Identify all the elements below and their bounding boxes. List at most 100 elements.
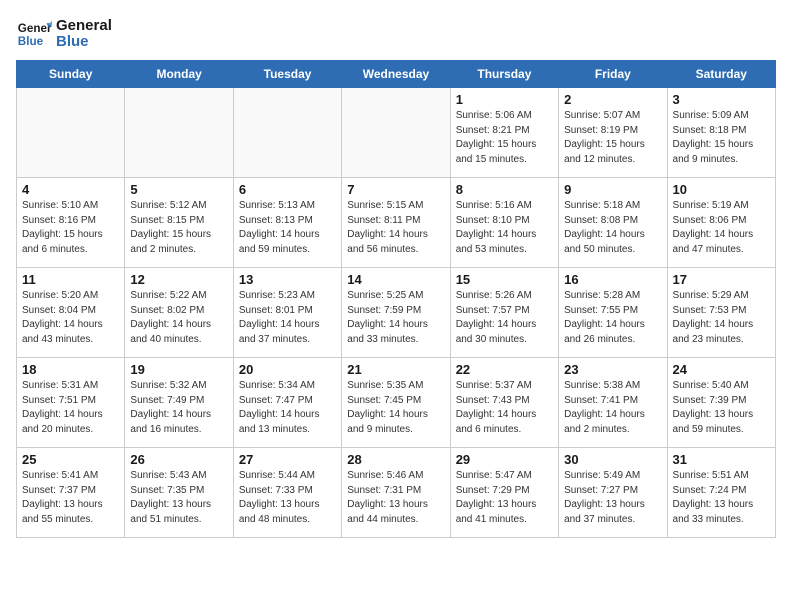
day-number: 19 (130, 362, 227, 377)
day-number: 16 (564, 272, 661, 287)
day-info: Sunrise: 5:07 AMSunset: 8:19 PMDaylight:… (564, 109, 661, 167)
svg-text:General: General (18, 22, 52, 35)
day-cell: 21 Sunrise: 5:35 AMSunset: 7:45 PMDayligh… (342, 358, 450, 448)
day-number: 15 (456, 272, 553, 287)
day-cell: 31 Sunrise: 5:51 AMSunset: 7:24 PMDayligh… (667, 448, 775, 538)
day-info: Sunrise: 5:34 AMSunset: 7:47 PMDaylight:… (239, 379, 336, 437)
day-number: 27 (239, 452, 336, 467)
day-number: 26 (130, 452, 227, 467)
day-cell: 23 Sunrise: 5:38 AMSunset: 7:41 PMDayligh… (559, 358, 667, 448)
day-header-monday: Monday (125, 61, 233, 88)
day-cell: 12 Sunrise: 5:22 AMSunset: 8:02 PMDayligh… (125, 268, 233, 358)
day-cell (125, 88, 233, 178)
day-number: 17 (673, 272, 770, 287)
day-info: Sunrise: 5:46 AMSunset: 7:31 PMDaylight:… (347, 469, 444, 527)
logo: General Blue General Blue (16, 16, 112, 52)
day-cell: 19Sunrise: 5:32 AMSunset: 7:49 PMDayligh… (125, 358, 233, 448)
day-cell: 14Sunrise: 5:25 AMSunset: 7:59 PMDayligh… (342, 268, 450, 358)
day-number: 11 (22, 272, 119, 287)
day-info: Sunrise: 5:49 AMSunset: 7:27 PMDaylight:… (564, 469, 661, 527)
day-cell: 6 Sunrise: 5:13 AMSunset: 8:13 PMDaylight… (233, 178, 341, 268)
day-number: 18 (22, 362, 119, 377)
day-number: 3 (673, 92, 770, 107)
day-header-sunday: Sunday (17, 61, 125, 88)
logo-icon: General Blue (16, 16, 52, 52)
day-info: Sunrise: 5:22 AMSunset: 8:02 PMDaylight:… (130, 289, 227, 347)
week-row-5: 25 Sunrise: 5:41 AMSunset: 7:37 PMDayligh… (17, 448, 776, 538)
day-cell: 5 Sunrise: 5:12 AMSunset: 8:15 PMDaylight… (125, 178, 233, 268)
week-row-3: 11 Sunrise: 5:20 AMSunset: 8:04 PMDayligh… (17, 268, 776, 358)
day-cell: 27 Sunrise: 5:44 AMSunset: 7:33 PMDayligh… (233, 448, 341, 538)
day-number: 1 (456, 92, 553, 107)
day-cell: 16 Sunrise: 5:28 AMSunset: 7:55 PMDayligh… (559, 268, 667, 358)
day-info: Sunrise: 5:28 AMSunset: 7:55 PMDaylight:… (564, 289, 661, 347)
day-header-row: SundayMondayTuesdayWednesdayThursdayFrid… (17, 61, 776, 88)
day-info: Sunrise: 5:19 AMSunset: 8:06 PMDaylight:… (673, 199, 770, 257)
day-number: 14 (347, 272, 444, 287)
day-cell: 25 Sunrise: 5:41 AMSunset: 7:37 PMDayligh… (17, 448, 125, 538)
day-info: Sunrise: 5:18 AMSunset: 8:08 PMDaylight:… (564, 199, 661, 257)
day-cell: 13Sunrise: 5:23 AMSunset: 8:01 PMDayligh… (233, 268, 341, 358)
logo-general: General (56, 18, 112, 35)
day-cell: 7Sunrise: 5:15 AMSunset: 8:11 PMDaylight… (342, 178, 450, 268)
day-info: Sunrise: 5:12 AMSunset: 8:15 PMDaylight:… (130, 199, 227, 257)
day-number: 21 (347, 362, 444, 377)
day-info: Sunrise: 5:16 AMSunset: 8:10 PMDaylight:… (456, 199, 553, 257)
day-header-saturday: Saturday (667, 61, 775, 88)
day-header-friday: Friday (559, 61, 667, 88)
day-info: Sunrise: 5:10 AMSunset: 8:16 PMDaylight:… (22, 199, 119, 257)
day-cell: 4 Sunrise: 5:10 AMSunset: 8:16 PMDaylight… (17, 178, 125, 268)
day-info: Sunrise: 5:29 AMSunset: 7:53 PMDaylight:… (673, 289, 770, 347)
day-info: Sunrise: 5:38 AMSunset: 7:41 PMDaylight:… (564, 379, 661, 437)
day-cell: 15 Sunrise: 5:26 AMSunset: 7:57 PMDayligh… (450, 268, 558, 358)
day-number: 22 (456, 362, 553, 377)
day-number: 5 (130, 182, 227, 197)
day-number: 25 (22, 452, 119, 467)
week-row-4: 18Sunrise: 5:31 AMSunset: 7:51 PMDayligh… (17, 358, 776, 448)
day-cell: 3 Sunrise: 5:09 AMSunset: 8:18 PMDaylight… (667, 88, 775, 178)
day-cell: 24Sunrise: 5:40 AMSunset: 7:39 PMDayligh… (667, 358, 775, 448)
day-number: 29 (456, 452, 553, 467)
day-cell: 28 Sunrise: 5:46 AMSunset: 7:31 PMDayligh… (342, 448, 450, 538)
day-number: 12 (130, 272, 227, 287)
day-number: 28 (347, 452, 444, 467)
calendar-table: SundayMondayTuesdayWednesdayThursdayFrid… (16, 60, 776, 538)
week-row-1: 1 Sunrise: 5:06 AMSunset: 8:21 PMDaylight… (17, 88, 776, 178)
day-info: Sunrise: 5:41 AMSunset: 7:37 PMDaylight:… (22, 469, 119, 527)
day-number: 13 (239, 272, 336, 287)
day-info: Sunrise: 5:26 AMSunset: 7:57 PMDaylight:… (456, 289, 553, 347)
day-header-tuesday: Tuesday (233, 61, 341, 88)
day-cell (342, 88, 450, 178)
day-number: 23 (564, 362, 661, 377)
day-number: 6 (239, 182, 336, 197)
day-cell: 17 Sunrise: 5:29 AMSunset: 7:53 PMDayligh… (667, 268, 775, 358)
day-number: 7 (347, 182, 444, 197)
day-info: Sunrise: 5:09 AMSunset: 8:18 PMDaylight:… (673, 109, 770, 167)
day-cell: 9 Sunrise: 5:18 AMSunset: 8:08 PMDaylight… (559, 178, 667, 268)
day-info: Sunrise: 5:35 AMSunset: 7:45 PMDaylight:… (347, 379, 444, 437)
day-cell (17, 88, 125, 178)
day-cell: 8 Sunrise: 5:16 AMSunset: 8:10 PMDaylight… (450, 178, 558, 268)
day-info: Sunrise: 5:44 AMSunset: 7:33 PMDaylight:… (239, 469, 336, 527)
day-header-thursday: Thursday (450, 61, 558, 88)
day-info: Sunrise: 5:13 AMSunset: 8:13 PMDaylight:… (239, 199, 336, 257)
day-cell: 30 Sunrise: 5:49 AMSunset: 7:27 PMDayligh… (559, 448, 667, 538)
day-cell: 22 Sunrise: 5:37 AMSunset: 7:43 PMDayligh… (450, 358, 558, 448)
day-number: 2 (564, 92, 661, 107)
day-cell: 2 Sunrise: 5:07 AMSunset: 8:19 PMDaylight… (559, 88, 667, 178)
day-info: Sunrise: 5:20 AMSunset: 8:04 PMDaylight:… (22, 289, 119, 347)
day-number: 30 (564, 452, 661, 467)
day-cell: 20Sunrise: 5:34 AMSunset: 7:47 PMDayligh… (233, 358, 341, 448)
day-cell: 18Sunrise: 5:31 AMSunset: 7:51 PMDayligh… (17, 358, 125, 448)
day-number: 4 (22, 182, 119, 197)
day-number: 9 (564, 182, 661, 197)
week-row-2: 4 Sunrise: 5:10 AMSunset: 8:16 PMDaylight… (17, 178, 776, 268)
day-cell: 11 Sunrise: 5:20 AMSunset: 8:04 PMDayligh… (17, 268, 125, 358)
day-header-wednesday: Wednesday (342, 61, 450, 88)
day-info: Sunrise: 5:51 AMSunset: 7:24 PMDaylight:… (673, 469, 770, 527)
day-info: Sunrise: 5:37 AMSunset: 7:43 PMDaylight:… (456, 379, 553, 437)
day-number: 8 (456, 182, 553, 197)
day-cell: 1 Sunrise: 5:06 AMSunset: 8:21 PMDaylight… (450, 88, 558, 178)
day-info: Sunrise: 5:06 AMSunset: 8:21 PMDaylight:… (456, 109, 553, 167)
day-number: 31 (673, 452, 770, 467)
